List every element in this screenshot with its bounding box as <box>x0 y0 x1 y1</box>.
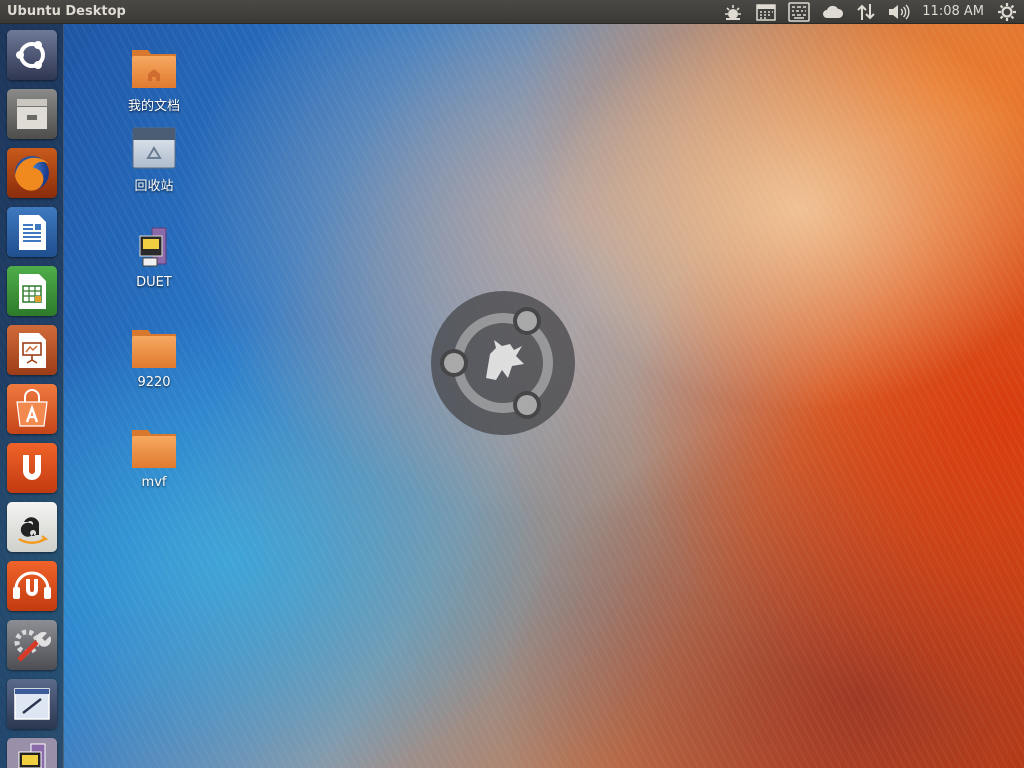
desktop-icon-label: 9220 <box>137 375 171 390</box>
desktop-icon-trash[interactable]: 回收站 <box>109 124 199 194</box>
desktop-icon-my-documents[interactable]: 我的文档 <box>109 44 199 114</box>
clock[interactable]: 11:08 AM <box>916 4 992 19</box>
impress-icon <box>7 325 57 375</box>
network-indicator[interactable] <box>850 0 882 24</box>
launcher-firefox[interactable] <box>7 148 57 198</box>
launcher-workspace-switcher[interactable] <box>7 679 57 729</box>
desktop-icon-label: 回收站 <box>134 179 174 194</box>
launcher-software-center[interactable] <box>7 384 57 434</box>
desktop-icon-9220[interactable]: 9220 <box>109 324 199 390</box>
calendar-icon <box>756 3 777 21</box>
volume-icon <box>889 4 910 19</box>
file-cabinet-icon <box>7 89 57 139</box>
weather-indicator[interactable] <box>716 0 750 24</box>
launcher-libreoffice-writer[interactable] <box>7 207 57 257</box>
session-gear-icon <box>998 2 1016 21</box>
writer-icon <box>7 207 57 257</box>
firefox-icon <box>7 148 57 198</box>
cloud-indicator[interactable] <box>816 0 850 24</box>
window-title: Ubuntu Desktop <box>7 4 126 19</box>
settings-wrench-icon <box>7 620 57 670</box>
desktop-icon-label: 我的文档 <box>127 99 180 114</box>
weather-icon <box>725 4 742 20</box>
device-icon <box>139 227 167 267</box>
launcher-dash-home[interactable] <box>7 30 57 80</box>
launcher-amazon[interactable] <box>7 502 57 552</box>
desktop-icon-mvf[interactable]: mvf <box>109 424 199 490</box>
folder-icon <box>132 330 176 368</box>
folder-icon <box>132 430 176 468</box>
launcher-files[interactable] <box>7 89 57 139</box>
launcher <box>0 24 64 768</box>
home-folder-icon <box>132 50 176 88</box>
shopping-bag-icon <box>7 384 57 434</box>
launcher-libreoffice-impress[interactable] <box>7 325 57 375</box>
ubuntu-one-icon <box>7 443 57 493</box>
network-icon <box>857 3 875 20</box>
launcher-ubuntu-one[interactable] <box>7 443 57 493</box>
calc-icon <box>7 266 57 316</box>
launcher-duet-device[interactable] <box>7 738 57 768</box>
desktop-icon-duet[interactable]: DUET <box>109 224 199 290</box>
workspace-icon <box>7 679 57 729</box>
volume-indicator[interactable] <box>882 0 916 24</box>
keyboard-indicator[interactable] <box>782 0 816 24</box>
keyboard-icon <box>788 1 811 22</box>
device-icon <box>7 738 57 768</box>
trash-icon <box>132 127 176 169</box>
top-panel: Ubuntu Desktop 11:08 AM <box>0 0 1024 24</box>
ubuntu-logo-icon <box>7 30 57 80</box>
ubuntu-one-music-icon <box>7 561 57 611</box>
cloud-icon <box>823 5 844 18</box>
launcher-ubuntu-one-music[interactable] <box>7 561 57 611</box>
desktop-icon-label: mvf <box>141 475 167 490</box>
launcher-system-settings[interactable] <box>7 620 57 670</box>
ubuntu-wallpaper-logo <box>431 291 575 435</box>
launcher-libreoffice-calc[interactable] <box>7 266 57 316</box>
session-indicator[interactable] <box>992 0 1024 24</box>
calendar-indicator[interactable] <box>750 0 782 24</box>
desktop-icon-label: DUET <box>136 275 172 290</box>
amazon-icon <box>7 502 57 552</box>
